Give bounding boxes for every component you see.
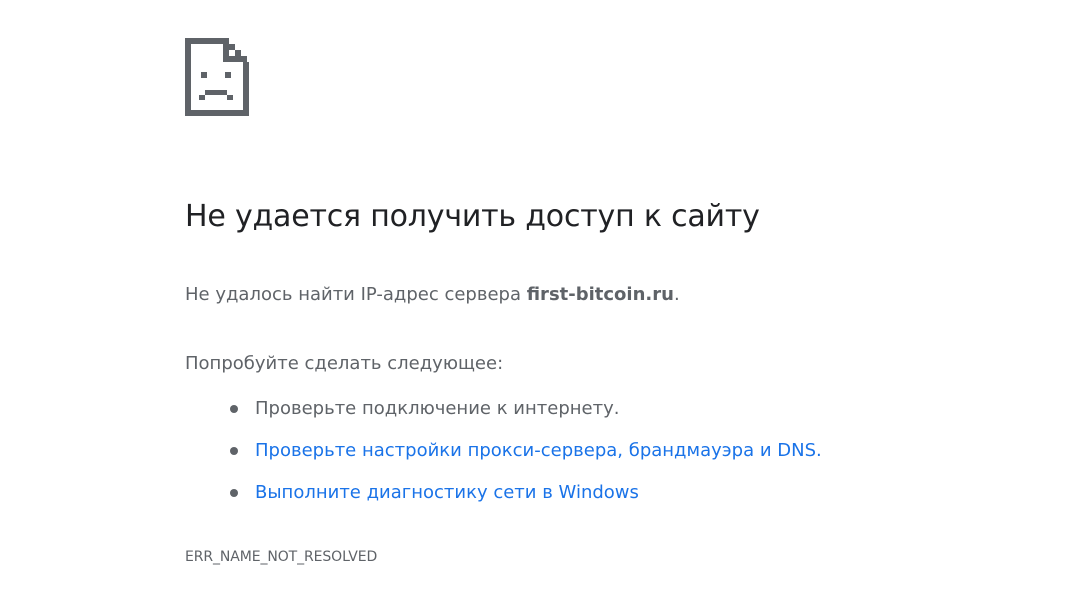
suggestion-text: Проверьте подключение к интернету.: [255, 398, 620, 419]
error-summary: Не удалось найти IP-адрес сервера first-…: [185, 284, 680, 305]
bullet-icon: [230, 447, 238, 455]
sad-page-icon: [185, 38, 249, 116]
summary-suffix: .: [673, 284, 680, 305]
suggestion-check-connection: Проверьте подключение к интернету.: [185, 392, 822, 434]
check-proxy-link[interactable]: Проверьте настройки прокси-сервера, бран…: [255, 440, 822, 461]
suggestion-check-proxy: Проверьте настройки прокси-сервера, бран…: [185, 434, 822, 476]
page-title: Не удается получить доступ к сайту: [185, 199, 760, 234]
network-diagnostics-link[interactable]: Выполните диагностику сети в Windows: [255, 482, 639, 503]
suggestion-run-diagnostics: Выполните диагностику сети в Windows: [185, 476, 822, 518]
summary-prefix: Не удалось найти IP-адрес сервера: [185, 284, 527, 305]
server-host: first-bitcoin.ru: [526, 284, 674, 305]
suggestions-list: Проверьте подключение к интернету. Прове…: [185, 392, 822, 518]
error-code: ERR_NAME_NOT_RESOLVED: [185, 549, 378, 565]
suggestions-heading: Попробуйте сделать следующее:: [185, 353, 504, 374]
bullet-icon: [230, 489, 238, 497]
bullet-icon: [230, 405, 238, 413]
